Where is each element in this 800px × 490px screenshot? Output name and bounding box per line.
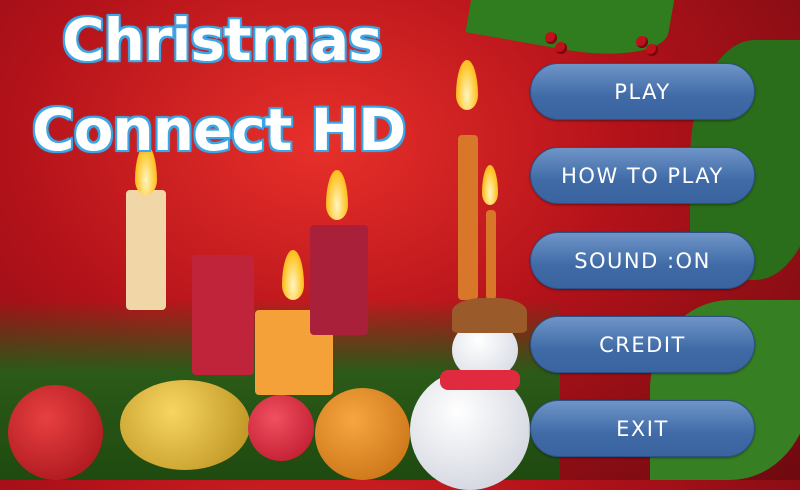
sound-toggle-button[interactable]: SOUND :ON: [530, 232, 755, 289]
holly-leaves: [465, 0, 675, 67]
candle-flame: [482, 165, 498, 205]
candle-flame: [326, 170, 348, 220]
candle: [310, 225, 368, 335]
candle: [458, 135, 478, 300]
candle-flame: [456, 60, 478, 110]
ornament-orange: [315, 388, 410, 480]
game-title-line1: Christmas: [61, 5, 385, 76]
berry: [555, 42, 567, 54]
ornament-gold: [120, 380, 250, 470]
candle: [486, 210, 496, 300]
exit-button[interactable]: EXIT: [530, 400, 755, 457]
candle: [126, 190, 166, 310]
play-button[interactable]: PLAY: [530, 63, 755, 120]
candle: [192, 255, 254, 375]
how-to-play-button[interactable]: HOW TO PLAY: [530, 147, 755, 204]
berry: [646, 44, 658, 56]
game-title-line2: Connect HD: [30, 95, 407, 166]
snowman-hat: [452, 298, 527, 333]
candle-flame: [282, 250, 304, 300]
berry: [545, 32, 557, 44]
credit-button[interactable]: CREDIT: [530, 316, 755, 373]
ornament-red: [8, 385, 103, 480]
ornament-red: [248, 395, 314, 461]
snowman-scarf: [440, 370, 520, 390]
